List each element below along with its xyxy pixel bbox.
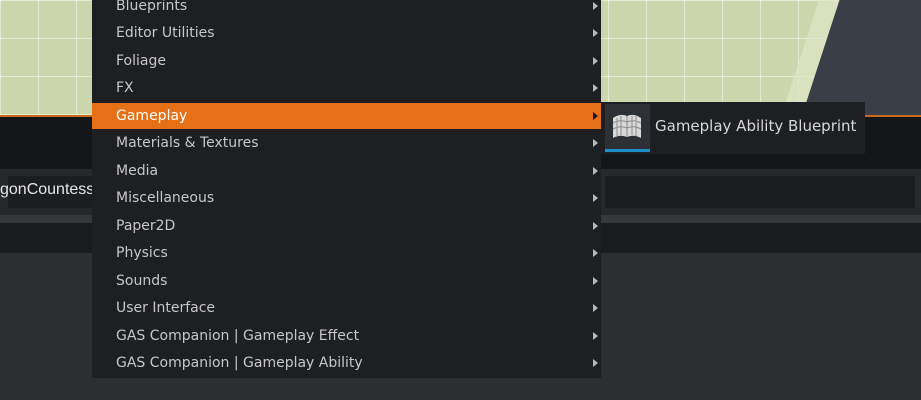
menu-item-label: Materials & Textures: [116, 135, 259, 151]
blueprint-grid-icon: [605, 104, 650, 152]
menu-item-gas-gameplay-ability[interactable]: GAS Companion | Gameplay Ability: [92, 351, 601, 375]
submenu-arrow-icon: [593, 194, 598, 202]
menu-item-blueprints[interactable]: Blueprints: [92, 0, 601, 18]
gameplay-submenu: Gameplay Ability Blueprint: [601, 102, 865, 154]
submenu-arrow-icon: [593, 249, 598, 257]
menu-item-media[interactable]: Media: [92, 159, 601, 183]
menu-item-label: Miscellaneous: [116, 190, 215, 206]
menu-item-user-interface[interactable]: User Interface: [92, 296, 601, 320]
menu-item-gas-gameplay-effect[interactable]: GAS Companion | Gameplay Effect: [92, 324, 601, 348]
submenu-arrow-icon: [593, 84, 598, 92]
submenu-arrow-icon: [593, 277, 598, 285]
menu-item-label: Physics: [116, 245, 168, 261]
submenu-item-label: Gameplay Ability Blueprint: [655, 117, 857, 135]
menu-item-fx[interactable]: FX: [92, 76, 601, 100]
menu-item-label: Gameplay: [116, 108, 188, 124]
asset-name-label: gonCountess: [0, 181, 95, 198]
menu-item-label: GAS Companion | Gameplay Ability: [116, 355, 363, 371]
details-slot: [605, 176, 915, 208]
menu-item-sounds[interactable]: Sounds: [92, 269, 601, 293]
menu-item-editor-utilities[interactable]: Editor Utilities: [92, 21, 601, 45]
menu-item-label: Editor Utilities: [116, 25, 215, 41]
submenu-arrow-icon: [593, 2, 598, 10]
menu-item-label: Paper2D: [116, 218, 176, 234]
menu-item-label: User Interface: [116, 300, 216, 316]
menu-item-materials-textures[interactable]: Materials & Textures: [92, 131, 601, 155]
submenu-item-gameplay-ability-blueprint[interactable]: Gameplay Ability Blueprint: [601, 102, 865, 154]
submenu-arrow-icon: [593, 304, 598, 312]
menu-item-label: Blueprints: [116, 0, 188, 14]
menu-item-gameplay[interactable]: Gameplay: [92, 103, 601, 129]
menu-item-label: Foliage: [116, 53, 166, 69]
menu-item-physics[interactable]: Physics: [92, 241, 601, 265]
submenu-arrow-icon: [593, 139, 598, 147]
submenu-arrow-icon: [593, 359, 598, 367]
menu-item-label: Media: [116, 163, 159, 179]
menu-item-foliage[interactable]: Foliage: [92, 49, 601, 73]
submenu-arrow-icon: [593, 57, 598, 65]
context-menu: Blueprints Editor Utilities Foliage FX G…: [92, 0, 601, 378]
submenu-arrow-icon: [593, 112, 598, 120]
menu-item-label: Sounds: [116, 273, 168, 289]
submenu-arrow-icon: [593, 222, 598, 230]
menu-item-miscellaneous[interactable]: Miscellaneous: [92, 186, 601, 210]
menu-item-paper2d[interactable]: Paper2D: [92, 214, 601, 238]
submenu-arrow-icon: [593, 29, 598, 37]
menu-item-label: FX: [116, 80, 134, 96]
submenu-arrow-icon: [593, 332, 598, 340]
submenu-arrow-icon: [593, 167, 598, 175]
menu-item-label: GAS Companion | Gameplay Effect: [116, 328, 360, 344]
